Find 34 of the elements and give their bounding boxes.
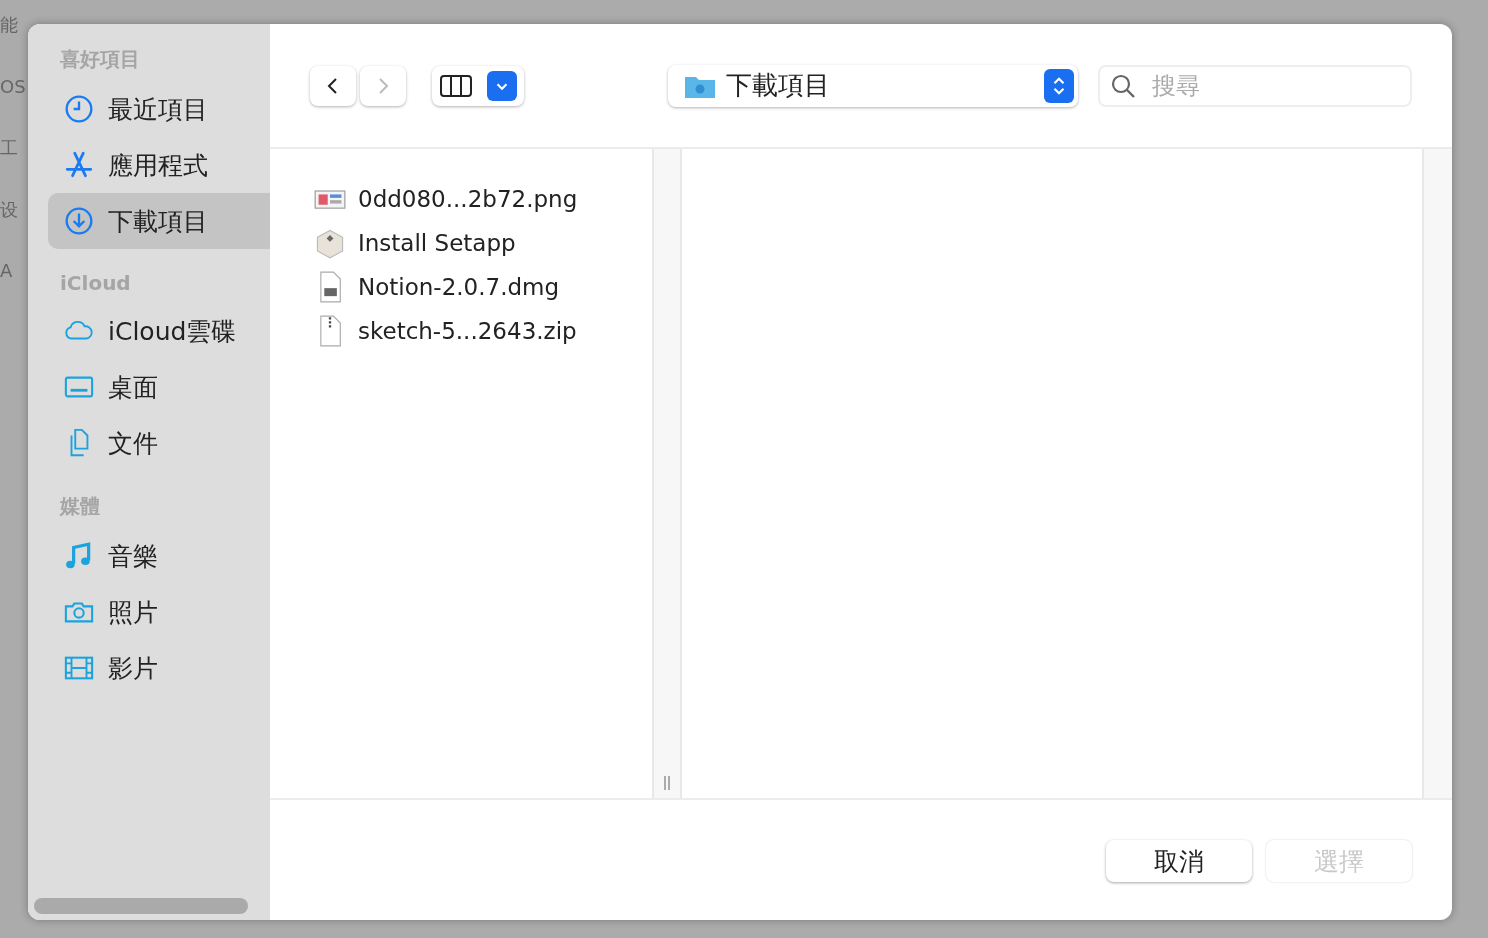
sidebar-item[interactable]: 桌面	[48, 359, 270, 415]
sidebar-item[interactable]: 照片	[48, 584, 270, 640]
download-icon	[64, 206, 94, 236]
sidebar-item[interactable]: 最近項目	[48, 81, 270, 137]
clock-icon	[64, 94, 94, 124]
file-item[interactable]: sketch-5...2643.zip	[314, 309, 652, 353]
app-store-icon	[64, 150, 94, 180]
sidebar-item[interactable]: 應用程式	[48, 137, 270, 193]
search-icon	[1110, 72, 1136, 99]
up-down-arrows-icon	[1044, 68, 1074, 103]
background-text: 设	[0, 198, 18, 221]
chevron-down-icon	[486, 70, 517, 101]
background-text: A	[0, 260, 13, 282]
sidebar-item[interactable]: 下載項目	[48, 193, 270, 249]
file-item[interactable]: Notion-2.0.7.dmg	[314, 265, 652, 309]
search-field[interactable]: 搜尋	[1098, 64, 1412, 107]
background-text: 工	[0, 137, 18, 159]
dialog-button[interactable]: 取消	[1106, 840, 1252, 882]
background-text: OS	[0, 75, 26, 98]
columns-icon	[439, 74, 472, 97]
sidebar-item[interactable]: iCloud雲碟	[48, 303, 270, 359]
file-item[interactable]: 0dd080...2b72.png	[314, 177, 652, 221]
sidebar-item[interactable]: 文件	[48, 415, 270, 471]
scrollbar[interactable]	[34, 898, 248, 914]
location-dropdown[interactable]: 下載項目	[668, 64, 1078, 107]
file-item[interactable]: Install Setapp	[314, 221, 652, 265]
background-text: 能	[0, 14, 18, 36]
sidebar-section-title: 喜好項目	[60, 46, 141, 73]
sidebar-item[interactable]: 音樂	[48, 528, 270, 584]
sidebar-section-title: iCloud	[60, 271, 132, 295]
sidebar-item[interactable]: 影片	[48, 640, 270, 696]
sidebar-section-title: 媒體	[60, 493, 101, 520]
package-icon	[314, 227, 346, 259]
back-button[interactable]	[310, 65, 356, 106]
